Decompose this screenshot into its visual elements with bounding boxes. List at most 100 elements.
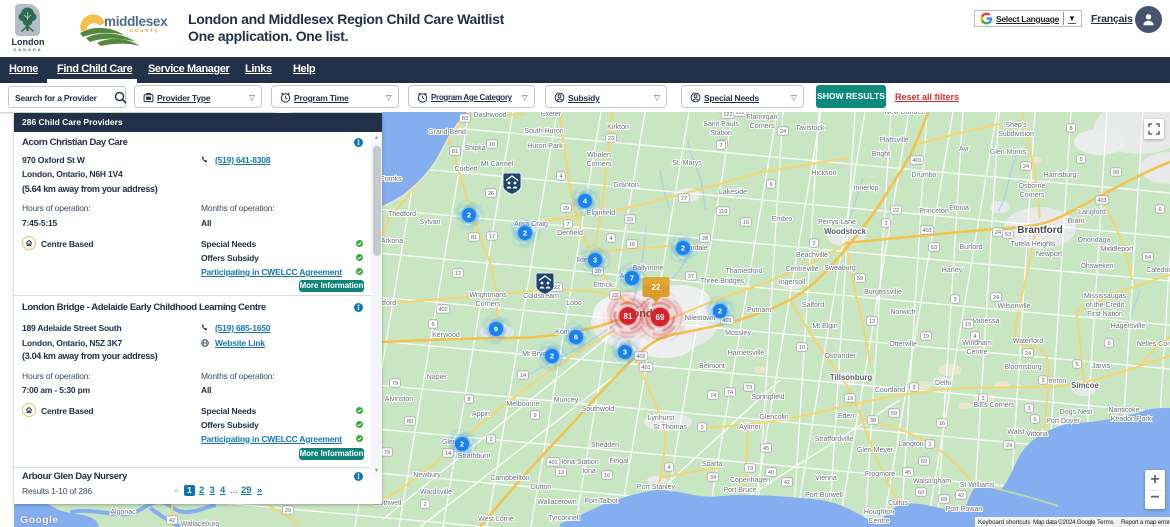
- svg-text:Grand Bend: Grand Bend: [428, 129, 466, 136]
- svg-text:Springfield: Springfield: [751, 394, 784, 401]
- svg-text:9: 9: [533, 413, 536, 419]
- svg-text:12: 12: [455, 271, 461, 277]
- svg-text:38: 38: [870, 418, 876, 424]
- svg-text:3: 3: [953, 297, 956, 303]
- svg-text:Vittoria: Vittoria: [1026, 431, 1048, 438]
- svg-text:Kerwood: Kerwood: [432, 332, 460, 339]
- svg-text:Innerkip: Innerkip: [854, 185, 879, 192]
- svg-text:Glen Morris: Glen Morris: [990, 149, 1027, 156]
- svg-text:40: 40: [768, 470, 774, 476]
- svg-text:Sylvan: Sylvan: [419, 219, 440, 226]
- svg-text:Nelles Corners: Nelles Corners: [1137, 341, 1170, 348]
- svg-text:24: 24: [1025, 351, 1031, 357]
- svg-text:Perrys Lane: Perrys Lane: [818, 219, 856, 226]
- svg-text:Coldstream: Coldstream: [523, 293, 559, 300]
- svg-text:Ayr: Ayr: [959, 146, 970, 153]
- svg-text:Appin: Appin: [472, 411, 490, 418]
- svg-text:1: 1: [928, 442, 931, 448]
- svg-text:22: 22: [893, 208, 899, 214]
- svg-text:59: 59: [921, 459, 927, 465]
- svg-text:Eden: Eden: [838, 413, 854, 420]
- svg-text:27: 27: [681, 196, 687, 202]
- svg-text:Shipka: Shipka: [464, 145, 486, 152]
- svg-text:42: 42: [784, 480, 790, 486]
- svg-text:Port Burwell: Port Burwell: [805, 492, 843, 499]
- svg-text:69: 69: [656, 313, 665, 322]
- svg-text:Thamesford: Thamesford: [725, 268, 762, 275]
- svg-text:Dutton: Dutton: [531, 484, 552, 491]
- svg-text:Arkona: Arkona: [381, 238, 403, 245]
- svg-text:Princeton: Princeton: [919, 208, 949, 215]
- svg-text:Napier: Napier: [427, 374, 448, 381]
- svg-text:Corbett: Corbett: [455, 166, 478, 173]
- svg-text:Courtland: Courtland: [875, 387, 905, 394]
- svg-text:45: 45: [905, 470, 911, 476]
- svg-text:403: 403: [1097, 198, 1106, 204]
- svg-text:Vienna: Vienna: [815, 475, 837, 482]
- svg-text:Corners: Corners: [476, 301, 501, 308]
- svg-text:79: 79: [392, 381, 398, 387]
- svg-text:Jarvis: Jarvis: [1092, 363, 1111, 370]
- svg-text:Centre: Centre: [966, 349, 987, 356]
- svg-text:Straffordville: Straffordville: [815, 436, 854, 443]
- svg-text:2: 2: [812, 241, 815, 247]
- svg-text:53: 53: [931, 245, 937, 251]
- svg-text:24: 24: [995, 230, 1001, 236]
- svg-text:3: 3: [981, 396, 984, 402]
- svg-text:17: 17: [489, 234, 495, 240]
- svg-text:Otterville: Otterville: [889, 341, 917, 348]
- svg-text:6: 6: [574, 333, 578, 342]
- svg-text:Mossley: Mossley: [725, 330, 751, 337]
- svg-text:Dashwood: Dashwood: [473, 112, 506, 119]
- svg-text:Hickson: Hickson: [812, 170, 837, 177]
- svg-text:Southwold: Southwold: [582, 406, 615, 413]
- svg-text:Lakeside: Lakeside: [719, 189, 747, 196]
- svg-text:10: 10: [799, 345, 805, 351]
- svg-text:Nanticoke: Nanticoke: [1108, 407, 1139, 414]
- svg-text:Franks: Franks: [380, 176, 402, 183]
- svg-text:Brant: Brant: [1068, 218, 1085, 225]
- svg-text:2: 2: [489, 437, 492, 443]
- svg-text:Brantford: Brantford: [1017, 225, 1063, 236]
- svg-text:Norwich: Norwich: [890, 309, 915, 316]
- svg-text:74: 74: [727, 390, 733, 396]
- svg-text:Dogs Nest: Dogs Nest: [1060, 409, 1093, 416]
- svg-text:6: 6: [769, 182, 772, 188]
- svg-text:Bright: Bright: [872, 151, 890, 158]
- svg-text:Windham: Windham: [962, 340, 992, 347]
- svg-text:Beachville: Beachville: [796, 252, 828, 259]
- svg-text:Port Dover: Port Dover: [1046, 418, 1080, 425]
- svg-text:26: 26: [488, 191, 494, 197]
- svg-text:Harrietsville: Harrietsville: [728, 350, 765, 357]
- svg-text:83: 83: [462, 116, 468, 122]
- svg-text:73: 73: [746, 385, 752, 391]
- svg-text:Ostrander: Ostrander: [824, 353, 856, 360]
- svg-text:Thedford: Thedford: [388, 211, 416, 218]
- svg-text:4: 4: [609, 236, 612, 242]
- svg-text:24: 24: [993, 295, 999, 301]
- svg-text:16: 16: [939, 421, 945, 427]
- svg-text:Huron Park: Huron Park: [527, 143, 563, 150]
- svg-text:403: 403: [922, 228, 931, 234]
- svg-text:34: 34: [710, 475, 716, 481]
- svg-text:St Williams: St Williams: [960, 482, 995, 489]
- svg-text:8: 8: [1069, 126, 1072, 132]
- svg-text:Port Talbot: Port Talbot: [584, 498, 617, 505]
- svg-text:3: 3: [593, 256, 597, 265]
- svg-text:81: 81: [471, 235, 477, 241]
- svg-text:Fingal: Fingal: [609, 458, 629, 465]
- svg-text:Houghton: Houghton: [864, 509, 894, 516]
- svg-text:Alvinston: Alvinston: [385, 396, 414, 403]
- svg-text:99: 99: [1113, 170, 1119, 176]
- svg-text:Plattsville: Plattsville: [879, 137, 909, 144]
- svg-text:59: 59: [857, 276, 863, 282]
- svg-text:First Nation: First Nation: [1087, 311, 1123, 318]
- svg-text:Delhi: Delhi: [935, 380, 951, 387]
- svg-text:16: 16: [743, 220, 749, 226]
- svg-text:Onondaga: Onondaga: [1078, 237, 1111, 244]
- svg-text:Harley: Harley: [942, 267, 963, 274]
- svg-text:10: 10: [489, 142, 495, 148]
- svg-text:Aylmer: Aylmer: [739, 424, 761, 431]
- svg-text:middlesex: middlesex: [104, 14, 168, 29]
- svg-text:74: 74: [710, 393, 716, 399]
